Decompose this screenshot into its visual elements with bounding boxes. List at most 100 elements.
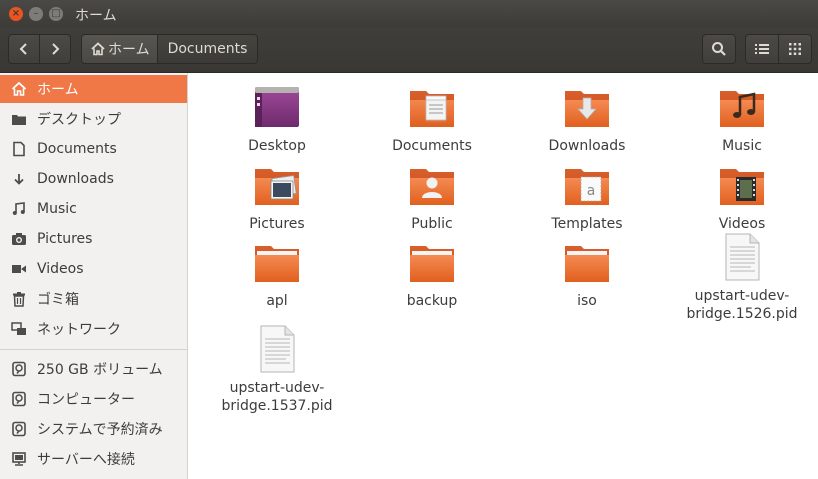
forward-button[interactable] (39, 34, 71, 64)
close-window-button[interactable]: × (9, 7, 23, 21)
file-item-upstart-1537[interactable]: upstart-udev-bridge.1537.pid (202, 325, 352, 415)
file-item-music[interactable]: Music (667, 83, 817, 155)
sidebar-item-label: ゴミ箱 (37, 292, 79, 308)
sidebar-item-label: Music (37, 201, 77, 217)
public-folder-icon (410, 169, 454, 205)
grid-view-icon (789, 43, 801, 55)
search-icon (712, 42, 726, 56)
desktop-folder-icon (255, 87, 299, 127)
maximize-window-button[interactable]: □ (49, 7, 63, 21)
list-view-icon (755, 44, 769, 54)
file-item-pictures[interactable]: Pictures (202, 161, 352, 233)
sidebar-item-label: Documents (37, 141, 117, 157)
file-name: Desktop (248, 138, 306, 154)
file-item-apl[interactable]: apl (202, 238, 352, 310)
sidebar-item-label: Downloads (37, 171, 114, 187)
search-button[interactable] (702, 34, 736, 64)
sidebar-item-label: システムで予約済み (37, 422, 163, 438)
sidebar-item-label: サーバーへ接続 (37, 452, 135, 468)
sidebar-item-documents[interactable]: Documents (0, 135, 187, 163)
title-bar: × – □ ホーム (0, 0, 818, 28)
file-name: Pictures (249, 216, 305, 232)
sidebar: ホーム デスクトップ Documents Downloads Music Pic… (0, 73, 188, 479)
sidebar-item-videos[interactable]: Videos (0, 255, 187, 283)
sidebar-item-desktop[interactable]: デスクトップ (0, 105, 187, 133)
file-name: upstart-udev-bridge.1526.pid (686, 288, 798, 322)
downloads-folder-icon (565, 91, 609, 127)
file-item-videos[interactable]: Videos (667, 161, 817, 233)
folder-icon (410, 246, 454, 282)
sidebar-item-pictures[interactable]: Pictures (0, 225, 187, 253)
toolbar: ホーム Documents (0, 28, 818, 73)
videos-folder-icon (720, 169, 764, 205)
file-name: apl (266, 293, 288, 309)
desktop-icon (10, 110, 28, 128)
breadcrumb-home[interactable]: ホーム (81, 34, 158, 64)
music-icon (10, 200, 28, 218)
chevron-left-icon (19, 43, 27, 55)
window-title: ホーム (75, 8, 117, 24)
folder-icon (565, 246, 609, 282)
file-item-templates[interactable]: a Templates (512, 161, 662, 233)
documents-folder-icon (410, 91, 454, 127)
drive-icon (10, 420, 28, 438)
file-name: Public (411, 216, 453, 232)
music-folder-icon (720, 91, 764, 127)
file-item-documents[interactable]: Documents (357, 83, 507, 155)
file-item-desktop[interactable]: Desktop (202, 83, 352, 155)
download-icon (10, 170, 28, 188)
sidebar-item-label: ホーム (37, 82, 79, 98)
file-item-public[interactable]: Public (357, 161, 507, 233)
network-icon (10, 320, 28, 338)
sidebar-item-network[interactable]: ネットワーク (0, 315, 187, 343)
folder-icon (255, 246, 299, 282)
breadcrumb-documents-label: Documents (167, 41, 248, 57)
trash-icon (10, 290, 28, 308)
sidebar-item-system-reserved[interactable]: システムで予約済み (0, 415, 187, 443)
sidebar-item-computer[interactable]: コンピューター (0, 385, 187, 413)
sidebar-item-home[interactable]: ホーム (0, 75, 187, 103)
video-icon (10, 260, 28, 278)
camera-icon (10, 230, 28, 248)
breadcrumb-home-label: ホーム (108, 42, 150, 58)
drive-icon (10, 360, 28, 378)
templates-folder-icon: a (565, 169, 609, 205)
computer-icon (10, 390, 28, 408)
file-name: Downloads (548, 138, 626, 154)
file-item-backup[interactable]: backup (357, 238, 507, 310)
chevron-right-icon (52, 43, 60, 55)
sidebar-item-label: コンピューター (37, 392, 135, 408)
list-view-button[interactable] (745, 34, 779, 64)
file-name: Templates (551, 216, 623, 232)
file-item-iso[interactable]: iso (512, 238, 662, 310)
sidebar-item-downloads[interactable]: Downloads (0, 165, 187, 193)
sidebar-separator (0, 349, 187, 350)
sidebar-item-trash[interactable]: ゴミ箱 (0, 285, 187, 313)
text-file-icon (260, 325, 295, 373)
sidebar-item-volume[interactable]: 250 GB ボリューム (0, 355, 187, 383)
text-file-icon (725, 233, 760, 281)
sidebar-item-label: Videos (37, 261, 84, 277)
sidebar-item-music[interactable]: Music (0, 195, 187, 223)
sidebar-item-label: デスクトップ (37, 112, 121, 128)
minimize-window-button[interactable]: – (29, 7, 43, 21)
sidebar-item-connect-server[interactable]: サーバーへ接続 (0, 445, 187, 473)
file-name: backup (406, 293, 458, 309)
file-item-upstart-1526[interactable]: upstart-udev-bridge.1526.pid (667, 233, 817, 323)
document-icon (10, 140, 28, 158)
sidebar-item-label: 250 GB ボリューム (37, 362, 163, 378)
home-icon (10, 80, 28, 98)
svg-text:a: a (587, 183, 596, 199)
breadcrumb-documents[interactable]: Documents (157, 34, 258, 64)
home-icon (91, 42, 105, 56)
file-view: Desktop Documents Downloads Music Pictur… (188, 73, 818, 479)
file-name: Documents (392, 138, 472, 154)
back-button[interactable] (8, 34, 40, 64)
file-name: Music (722, 138, 762, 154)
sidebar-item-label: Pictures (37, 231, 93, 247)
file-item-downloads[interactable]: Downloads (512, 83, 662, 155)
file-name: iso (577, 293, 597, 309)
pictures-folder-icon (255, 169, 299, 205)
server-icon (10, 450, 28, 468)
grid-view-button[interactable] (778, 34, 812, 64)
